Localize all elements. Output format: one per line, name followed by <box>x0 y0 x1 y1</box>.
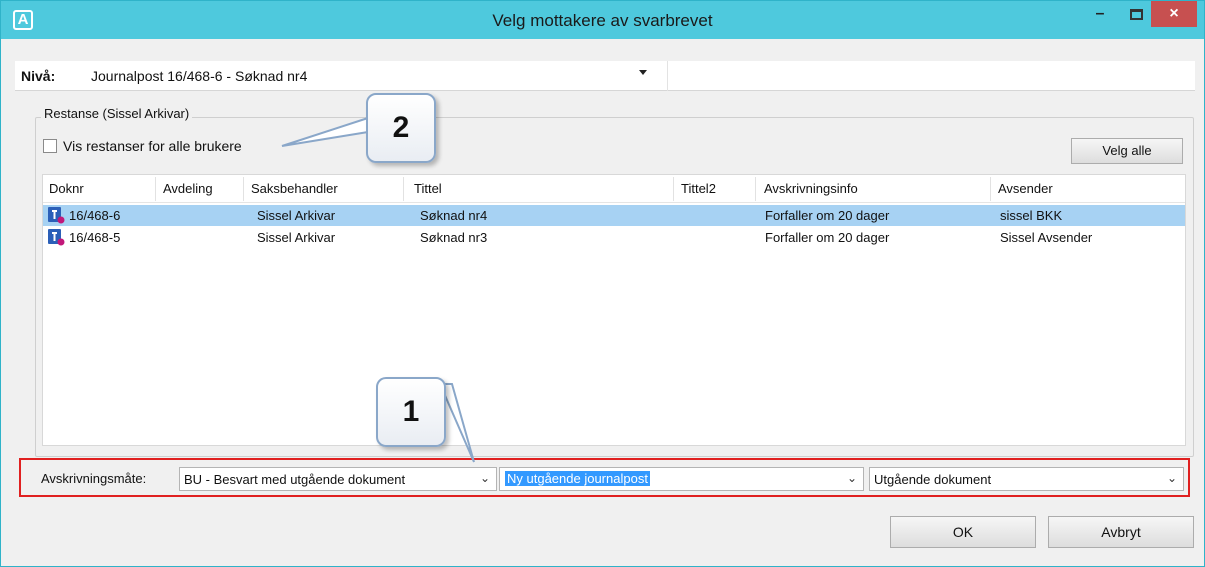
avskrivningsmate-value: BU - Besvart med utgående dokument <box>184 472 406 487</box>
table-row[interactable]: 16/468-6 Sissel Arkivar Søknad nr4 Forfa… <box>43 205 1185 226</box>
journalpost-type-value: Ny utgående journalpost <box>505 471 650 486</box>
cell-avskrivningsinfo: Forfaller om 20 dager <box>765 230 890 245</box>
level-selector[interactable]: Nivå: Journalpost 16/468-6 - Søknad nr4 <box>15 61 1195 91</box>
maximize-button[interactable] <box>1119 1 1153 29</box>
column-header-tittel2[interactable]: Tittel2 <box>681 181 716 196</box>
column-header-avsender[interactable]: Avsender <box>998 181 1053 196</box>
column-header-tittel[interactable]: Tittel <box>414 181 442 196</box>
avskrivningsmate-label: Avskrivningsmåte: <box>41 471 147 486</box>
title-bar[interactable]: A Velg mottakere av svarbrevet – × <box>1 1 1204 39</box>
journal-document-icon <box>48 207 65 224</box>
ok-button[interactable]: OK <box>890 516 1036 548</box>
cell-avsender: Sissel Avsender <box>1000 230 1093 245</box>
journal-document-icon <box>48 229 65 246</box>
cell-tittel: Søknad nr3 <box>420 230 488 245</box>
callout-1: 1 <box>376 377 446 447</box>
table-row[interactable]: 16/468-5 Sissel Arkivar Søknad nr3 Forfa… <box>43 227 1185 248</box>
maximize-icon <box>1129 9 1143 20</box>
avskrivningsmate-select[interactable]: BU - Besvart med utgående dokument ⌄ <box>179 467 497 491</box>
column-header-avskrivningsinfo[interactable]: Avskrivningsinfo <box>764 181 858 196</box>
column-header-saksbehandler[interactable]: Saksbehandler <box>251 181 338 196</box>
minimize-button[interactable]: – <box>1083 1 1117 29</box>
chevron-down-icon[interactable]: ⌄ <box>847 471 857 485</box>
list-header: Doknr Avdeling Saksbehandler Tittel Titt… <box>43 175 1185 203</box>
show-all-users-label[interactable]: Vis restanser for alle brukere <box>63 138 242 154</box>
cell-avskrivningsinfo: Forfaller om 20 dager <box>765 208 890 223</box>
restanse-list[interactable]: Doknr Avdeling Saksbehandler Tittel Titt… <box>42 174 1186 446</box>
level-value[interactable]: Journalpost 16/468-6 - Søknad nr4 <box>91 68 307 84</box>
column-divider <box>990 177 991 201</box>
window-title: Velg mottakere av svarbrevet <box>492 11 713 30</box>
column-divider <box>155 177 156 201</box>
callout-2: 2 <box>366 93 436 163</box>
chevron-down-icon[interactable]: ⌄ <box>1167 471 1177 485</box>
cell-saksbehandler: Sissel Arkivar <box>257 230 336 245</box>
cell-saksbehandler: Sissel Arkivar <box>257 208 336 223</box>
show-all-users-checkbox[interactable] <box>43 139 57 153</box>
chevron-down-icon[interactable]: ⌄ <box>480 471 490 485</box>
column-divider <box>243 177 244 201</box>
cell-doknr: 16/468-6 <box>69 208 121 223</box>
close-button[interactable]: × <box>1151 1 1197 27</box>
cell-doknr: 16/468-5 <box>69 230 121 245</box>
column-divider <box>673 177 674 201</box>
journalpost-type-select[interactable]: Ny utgående journalpost ⌄ <box>499 467 864 491</box>
select-all-button[interactable]: Velg alle <box>1071 138 1183 164</box>
divider <box>667 61 668 91</box>
avskrivning-bar: Avskrivningsmåte: BU - Besvart med utgåe… <box>19 458 1190 497</box>
document-type-select[interactable]: Utgående dokument ⌄ <box>869 467 1184 491</box>
column-divider <box>403 177 404 201</box>
document-type-value: Utgående dokument <box>874 472 992 487</box>
column-header-doknr[interactable]: Doknr <box>49 181 84 196</box>
cancel-button[interactable]: Avbryt <box>1048 516 1194 548</box>
column-divider <box>755 177 756 201</box>
cell-avsender: sissel BKK <box>1000 208 1063 223</box>
column-header-avdeling[interactable]: Avdeling <box>163 181 213 196</box>
restanse-legend: Restanse (Sissel Arkivar) <box>41 106 193 121</box>
dropdown-arrow-icon[interactable] <box>639 70 647 75</box>
cell-tittel: Søknad nr4 <box>420 208 488 223</box>
level-label: Nivå: <box>21 68 56 84</box>
